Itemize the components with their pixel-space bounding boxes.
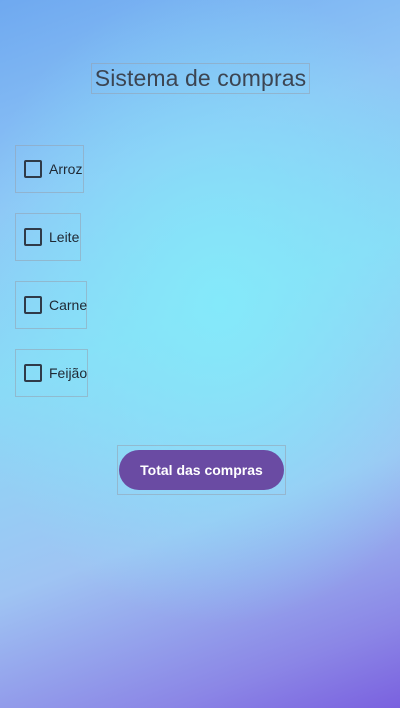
- page-title: Sistema de compras: [94, 65, 307, 91]
- checkbox-leite[interactable]: Leite: [15, 213, 81, 261]
- checkbox-icon[interactable]: [24, 296, 42, 314]
- checkbox-arroz[interactable]: Arroz: [15, 145, 84, 193]
- checkbox-icon[interactable]: [24, 228, 42, 246]
- total-compras-button[interactable]: Total das compras: [119, 450, 284, 490]
- checkbox-label: Leite: [49, 229, 80, 245]
- checkbox-label: Feijão: [49, 365, 88, 381]
- checkbox-feijao[interactable]: Feijão: [15, 349, 88, 397]
- checkbox-icon[interactable]: [24, 160, 42, 178]
- title-frame: Sistema de compras: [91, 63, 310, 94]
- checkbox-icon[interactable]: [24, 364, 42, 382]
- checkbox-carne[interactable]: Carne: [15, 281, 87, 329]
- checkbox-label: Carne: [49, 297, 88, 313]
- checkbox-label: Arroz: [49, 161, 83, 177]
